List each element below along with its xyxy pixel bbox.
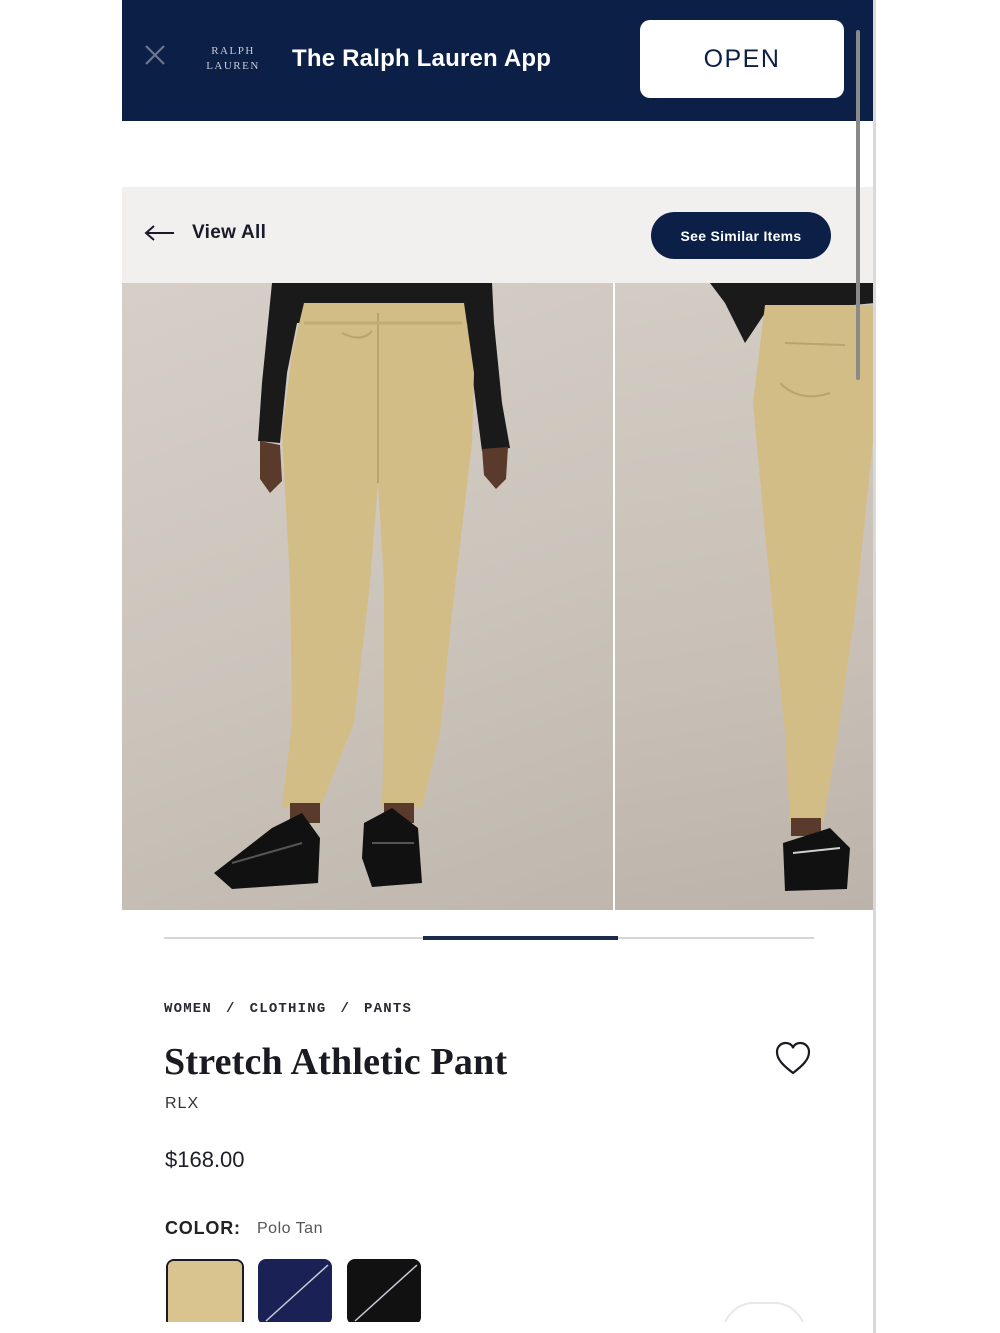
- model-back-illustration: [710, 283, 875, 891]
- breadcrumb-clothing[interactable]: CLOTHING: [250, 1001, 327, 1017]
- breadcrumb-pants[interactable]: PANTS: [364, 1001, 412, 1017]
- breadcrumb: WOMEN / CLOTHING / PANTS: [164, 1001, 426, 1017]
- swatch-black[interactable]: [347, 1259, 421, 1325]
- swatch-fill: [168, 1261, 242, 1327]
- swatch-fill: [347, 1259, 421, 1325]
- model-front-illustration: [214, 283, 510, 889]
- product-image-back[interactable]: [615, 283, 875, 910]
- swatch-polo-tan[interactable]: [166, 1259, 244, 1329]
- selected-color-name: Polo Tan: [257, 1220, 323, 1237]
- screen-edge: [873, 0, 876, 1333]
- breadcrumb-women[interactable]: WOMEN: [164, 1001, 212, 1017]
- arrow-left-icon: [144, 225, 174, 241]
- color-label: COLOR:: [165, 1218, 241, 1238]
- product-price: $168.00: [165, 1147, 245, 1172]
- view-all-label: View All: [192, 222, 267, 243]
- breadcrumb-separator: /: [226, 1001, 236, 1017]
- view-all-link[interactable]: View All: [144, 222, 266, 244]
- banner-title: The Ralph Lauren App: [292, 45, 552, 72]
- carousel-active-indicator[interactable]: [423, 936, 618, 940]
- heart-icon[interactable]: [774, 1040, 812, 1076]
- ralph-lauren-logo: RALPH LAUREN: [206, 45, 260, 72]
- scrollbar-thumb[interactable]: [856, 30, 860, 380]
- close-icon[interactable]: [140, 40, 170, 70]
- see-similar-items-button[interactable]: See Similar Items: [651, 212, 831, 259]
- product-title: Stretch Athletic Pant: [164, 1041, 508, 1083]
- app-banner: RALPH LAUREN The Ralph Lauren App OPEN: [122, 0, 875, 121]
- product-image-front[interactable]: [122, 283, 613, 910]
- spacer: [122, 121, 875, 187]
- page-bottom-edge: [122, 1322, 875, 1333]
- mobile-page: RALPH LAUREN The Ralph Lauren App OPEN V…: [122, 0, 875, 1333]
- swatch-navy[interactable]: [258, 1259, 332, 1325]
- open-app-button[interactable]: OPEN: [640, 20, 844, 98]
- product-brand: RLX: [165, 1095, 200, 1112]
- swatch-fill: [258, 1259, 332, 1325]
- breadcrumb-separator: /: [340, 1001, 351, 1017]
